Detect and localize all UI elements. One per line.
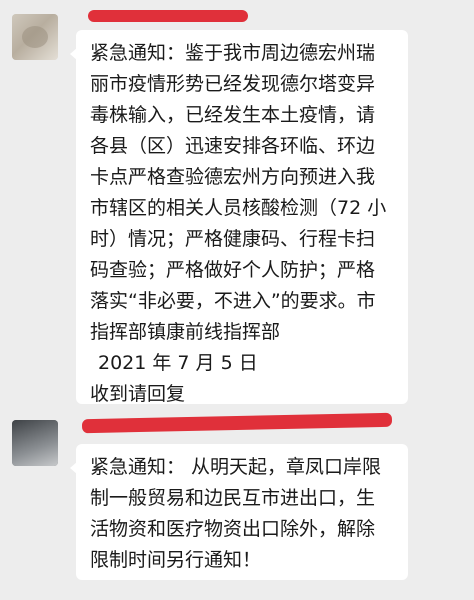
message-text-line: 制一般贸易和边民互市进出口，生 — [90, 487, 376, 509]
sender-avatar[interactable] — [12, 14, 58, 60]
message-text-line: 紧急通知： 从明天起，章凤口岸限 — [90, 456, 382, 478]
message-text-line: 丽市疫情形势已经发现德尔塔变异 — [90, 73, 376, 95]
message-text-line: 卡点严格查验德宏州方向预进入我 — [90, 166, 376, 188]
message-text-line: 紧急通知：鉴于我市周边德宏州瑞 — [90, 42, 376, 64]
sender-avatar[interactable] — [12, 420, 58, 466]
message-text-line: 时）情况；严格健康码、行程卡扫 — [90, 228, 376, 250]
message-text-line: 限制时间另行通知！ — [90, 549, 262, 571]
message-text-line: 活物资和医疗物资出口除外，解除 — [90, 518, 376, 540]
redacted-sender-name — [88, 10, 248, 22]
message-text-line: 码查验；严格做好个人防护；严格 — [90, 259, 376, 281]
message-text-line: 落实“非必要，不进入”的要求。市 — [90, 290, 376, 312]
message-bubble[interactable]: 紧急通知：鉴于我市周边德宏州瑞 丽市疫情形势已经发现德尔塔变异 毒株输入，已经发… — [70, 30, 408, 405]
message-bubble[interactable]: 紧急通知： 从明天起，章凤口岸限 制一般贸易和边民互市进出口，生 活物资和医疗物… — [70, 444, 408, 580]
message-text-line: 指挥部镇康前线指挥部 — [90, 321, 281, 343]
redacted-sender-name — [81, 412, 393, 434]
message-date: 2021 年 7 月 5 日 — [98, 352, 258, 374]
message-text-line: 毒株输入，已经发生本土疫情，请 — [90, 104, 376, 126]
message-text-line: 市辖区的相关人员核酸检测（72 小 — [90, 197, 387, 219]
message-text-line: 各县（区）迅速安排各环临、环边 — [90, 135, 376, 157]
message-footer: 收到请回复 — [90, 383, 186, 405]
chat-screen: 紧急通知：鉴于我市周边德宏州瑞 丽市疫情形势已经发现德尔塔变异 毒株输入，已经发… — [0, 0, 474, 600]
